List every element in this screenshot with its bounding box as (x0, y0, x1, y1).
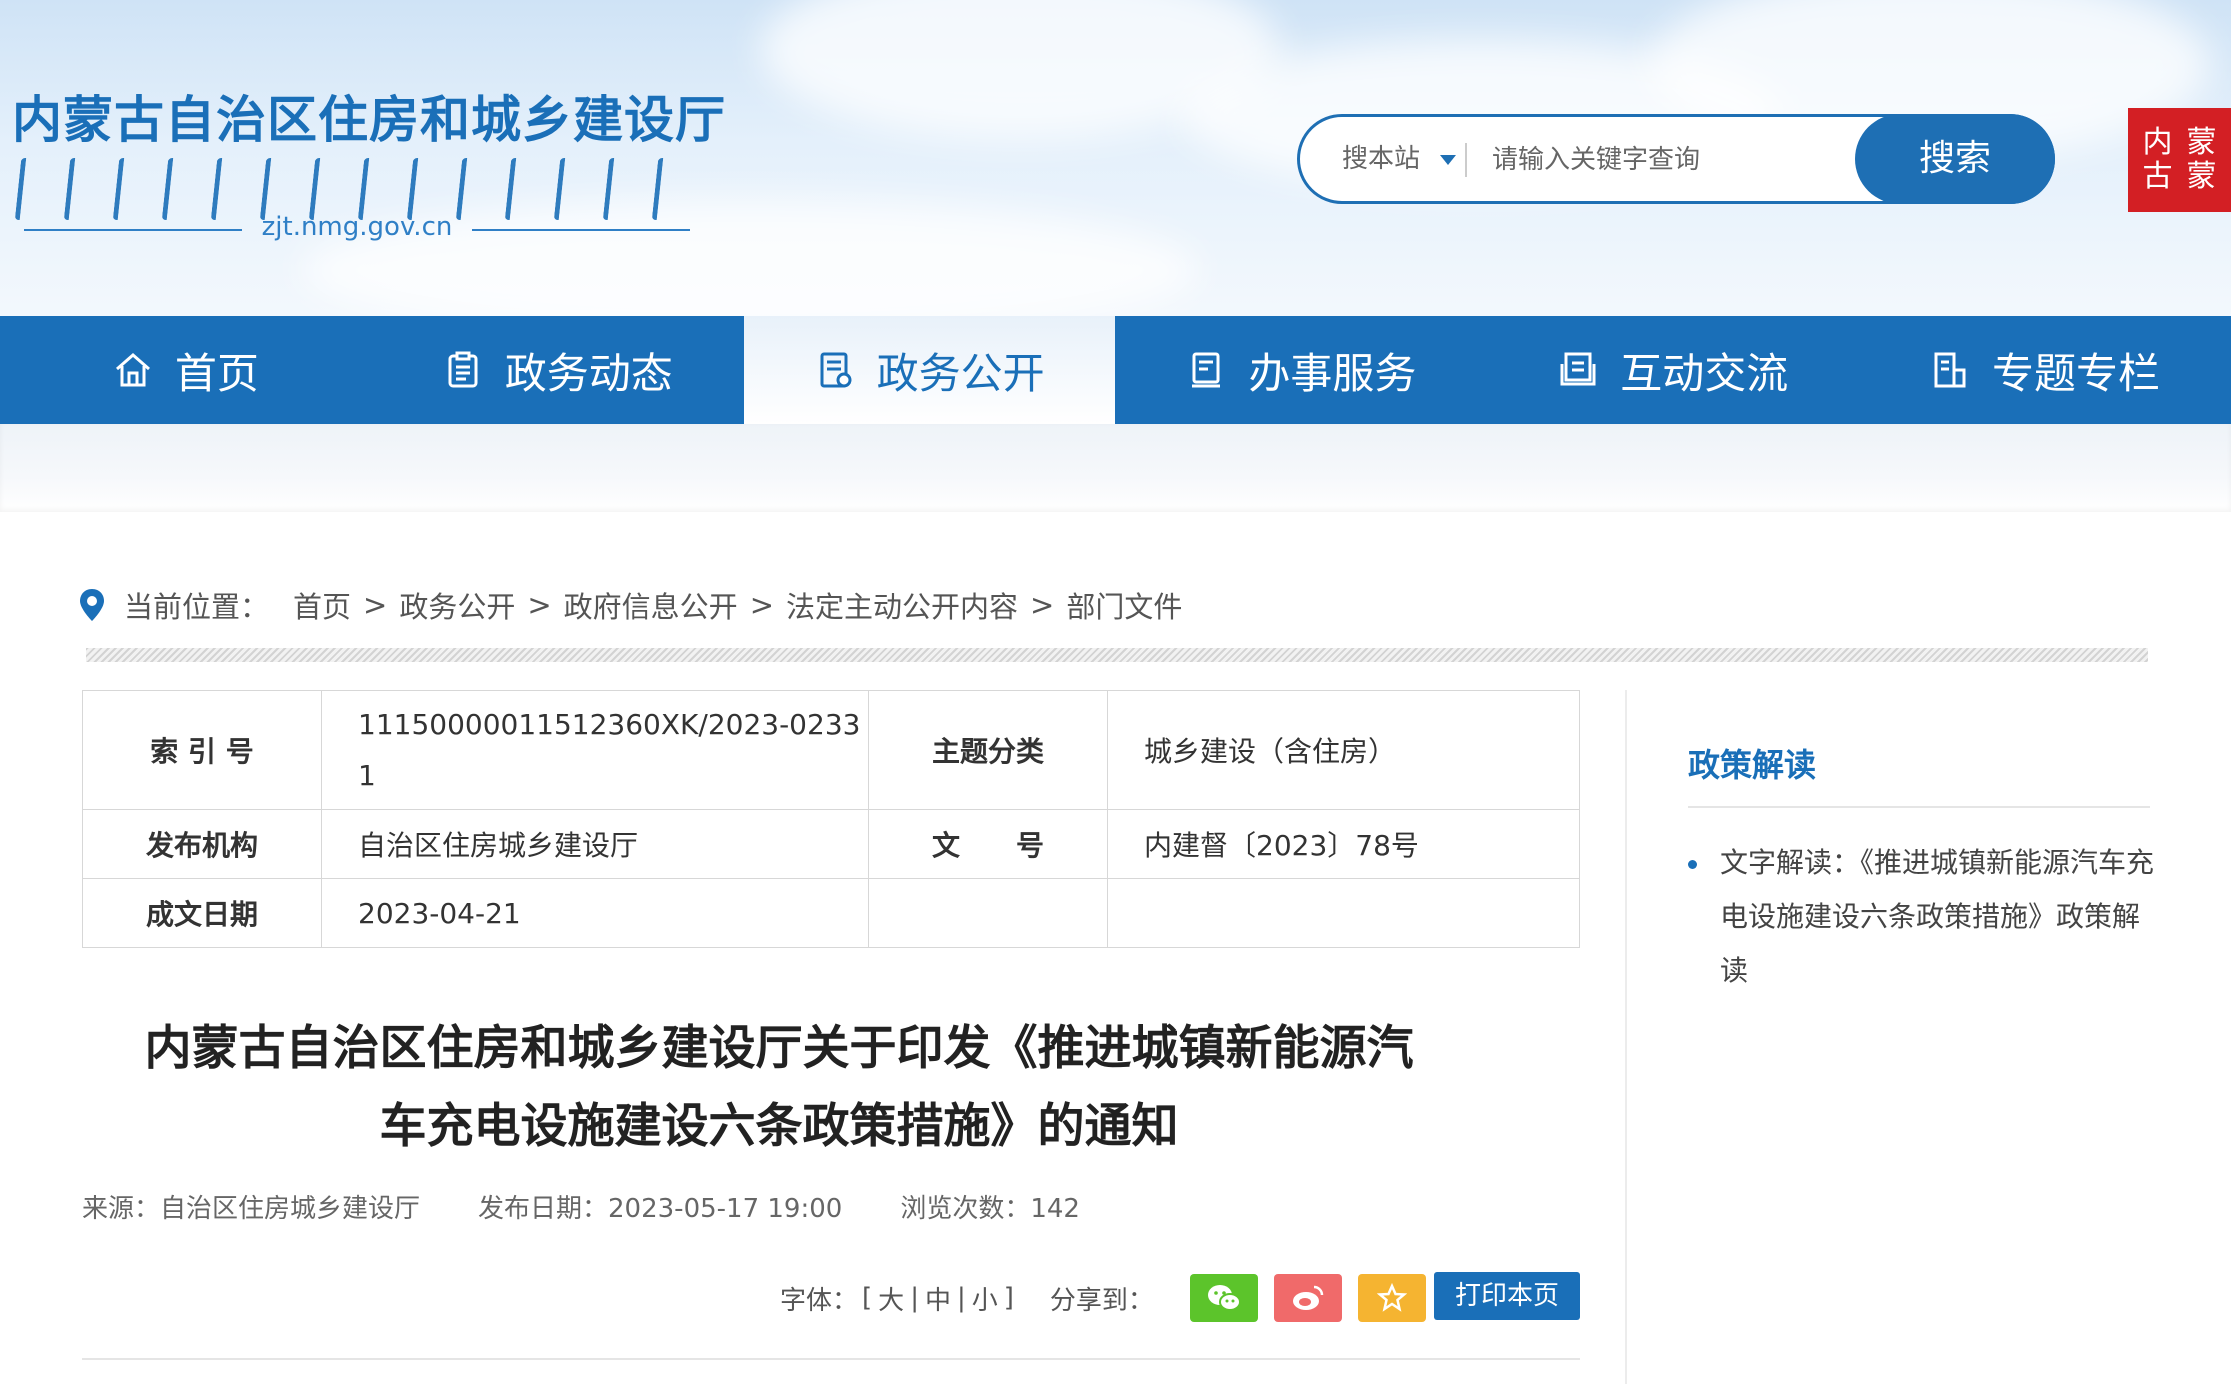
search-scope-select[interactable]: 搜本站 (1342, 117, 1420, 201)
document-icon (820, 352, 852, 388)
breadcrumb-separator: > (527, 588, 552, 622)
nav-item-disclosure[interactable]: 政务公开 (743, 316, 1116, 424)
nav-item-interaction[interactable]: 互动交流 (1487, 316, 1859, 424)
weibo-icon (1292, 1285, 1324, 1310)
breadcrumb-link-home[interactable]: 首页 (293, 584, 351, 626)
font-size-small[interactable]: 小 (972, 1280, 998, 1317)
doc-no-label: 文 号 (868, 809, 1108, 879)
site-title: 内蒙古自治区住房和城乡建设厅 (12, 91, 726, 149)
font-bracket-close: ] (1003, 1283, 1014, 1313)
main-nav: 首页 政务动态 政务公开 办事服务 互动交流 专题专栏 (0, 316, 2231, 424)
font-bracket-open: [ (862, 1283, 873, 1313)
share-weibo-button[interactable] (1273, 1274, 1342, 1322)
nav-label: 互动交流 (1620, 348, 1789, 398)
publisher-label: 发布机构 (82, 809, 322, 879)
topic-value: 城乡建设（含住房） (1107, 690, 1580, 810)
share-wechat-button[interactable] (1189, 1274, 1258, 1322)
seal-logo: 内蒙古蒙 (2128, 108, 2231, 212)
nav-item-news[interactable]: 政务动态 (372, 316, 744, 424)
location-pin-icon (80, 589, 104, 621)
breadcrumb-link-gov-info[interactable]: 政府信息公开 (564, 584, 738, 626)
search-divider (1465, 143, 1467, 177)
nav-item-services[interactable]: 办事服务 (1115, 316, 1487, 424)
nav-label: 政务公开 (876, 348, 1045, 398)
breadcrumb-link-statutory[interactable]: 法定主动公开内容 (786, 584, 1018, 626)
date-value: 2023-04-21 (321, 878, 869, 948)
doc-no-value: 内建督〔2023〕78号 (1107, 809, 1580, 879)
date-label: 成文日期 (82, 878, 322, 948)
policy-interpretation-list: 文字解读：《推进城镇新能源汽车充电设施建设六条政策措施》政策解读 (1688, 836, 2158, 998)
nav-label: 首页 (174, 348, 259, 398)
topic-label: 主题分类 (868, 690, 1108, 810)
column-icon (1934, 352, 1966, 388)
clipboard-icon (448, 351, 478, 388)
breadcrumb-link-disclosure[interactable]: 政务公开 (399, 584, 515, 626)
document-info-table: 索 引 号 11150000011512360XK/2023-02331 主题分… (82, 690, 1580, 948)
article-title-line: 内蒙古自治区住房和城乡建设厅关于印发《推进城镇新能源汽 (144, 1021, 1414, 1076)
empty-cell (1107, 878, 1580, 948)
nav-shadow-band (0, 424, 2231, 512)
nav-label: 政务动态 (504, 348, 673, 398)
nav-label: 专题专栏 (1992, 348, 2161, 398)
index-no-value: 11150000011512360XK/2023-02331 (321, 690, 869, 810)
site-domain: zjt.nmg.gov.cn (12, 212, 702, 242)
sidebar-title: 政策解读 (1688, 746, 1817, 784)
article-source: 来源：自治区住房城乡建设厅 (82, 1194, 421, 1224)
hatched-divider (86, 648, 2148, 662)
site-logo[interactable]: 内蒙古自治区住房和城乡建设厅 zjt.nmg.gov.cn (12, 80, 726, 250)
share-label: 分享到： (1049, 1285, 1154, 1316)
article-publish-date: 发布日期：2023-05-17 19:00 (478, 1194, 843, 1224)
publisher-value: 自治区住房城乡建设厅 (321, 809, 869, 879)
site-header: 内蒙古自治区住房和城乡建设厅 zjt.nmg.gov.cn 搜本站 搜索 内蒙古… (0, 0, 2231, 316)
print-page-button[interactable]: 打印本页 (1434, 1272, 1580, 1320)
index-no-label: 索 引 号 (82, 690, 322, 810)
caret-down-icon[interactable] (1440, 155, 1456, 165)
breadcrumb-separator: > (749, 588, 774, 622)
article-tools: 字体： [ 大 | 中 | 小 ] 分享到： (780, 1272, 1442, 1324)
breadcrumb-label: 当前位置： (124, 590, 270, 624)
list-item[interactable]: 文字解读：《推进城镇新能源汽车充电设施建设六条政策措施》政策解读 (1688, 836, 2158, 998)
article-meta: 来源：自治区住房城乡建设厅 发布日期：2023-05-17 19:00 浏览次数… (82, 1188, 1080, 1225)
article-views: 浏览次数：142 (900, 1194, 1080, 1224)
nav-item-home[interactable]: 首页 (0, 316, 372, 424)
font-size-medium[interactable]: 中 (925, 1280, 951, 1317)
star-icon (1376, 1283, 1407, 1312)
sidebar-divider (1625, 690, 1627, 1384)
form-icon (1192, 352, 1221, 388)
search-box: 搜本站 搜索 (1297, 114, 2055, 204)
breadcrumb-separator: > (363, 588, 388, 622)
font-size-label: 字体： (780, 1285, 859, 1316)
home-icon (115, 353, 150, 387)
empty-cell (868, 878, 1108, 948)
nav-label: 办事服务 (1248, 348, 1417, 398)
breadcrumb-separator: > (1030, 588, 1055, 622)
wechat-icon (1207, 1285, 1241, 1311)
search-button[interactable]: 搜索 (1855, 114, 2055, 204)
book-icon (1560, 352, 1596, 386)
sidebar-title-underline (1688, 806, 2150, 808)
article-title: 内蒙古自治区住房和城乡建设厅关于印发《推进城镇新能源汽 车充电设施建设六条政策措… (82, 1010, 1476, 1166)
article-title-line: 车充电设施建设六条政策措施》的通知 (379, 1099, 1179, 1154)
search-input[interactable] (1490, 134, 1834, 186)
breadcrumb: 当前位置： 首页 > 政务公开 > 政府信息公开 > 法定主动公开内容 > 部门… (78, 580, 1182, 630)
content-bottom-divider (82, 1358, 1580, 1360)
favorite-button[interactable] (1357, 1274, 1426, 1322)
nav-item-topics[interactable]: 专题专栏 (1859, 316, 2231, 424)
breadcrumb-link-dept-files[interactable]: 部门文件 (1066, 584, 1182, 626)
font-size-large[interactable]: 大 (878, 1280, 904, 1317)
